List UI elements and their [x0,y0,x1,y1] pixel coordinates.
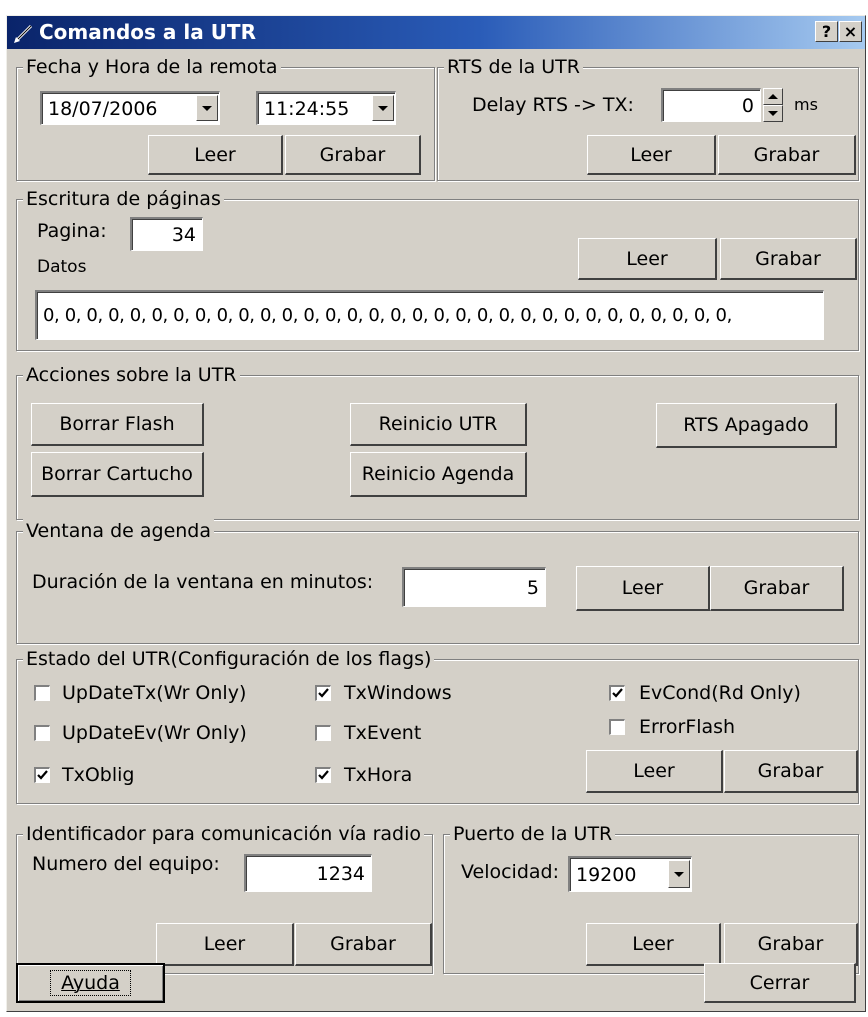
group-puerto-legend: Puerto de la UTR [450,822,616,846]
paginas-leer-button[interactable]: Leer [578,238,717,280]
duration-label: Duración de la ventana en minutos: [32,571,374,593]
errorflash-label: ErrorFlash [639,716,736,738]
velocidad-dropdown-button[interactable] [668,860,690,888]
check-icon [37,770,48,780]
updateev-label: UpDateEv(Wr Only) [62,722,247,744]
group-agenda-legend: Ventana de agenda [23,519,214,543]
check-icon [612,688,623,698]
agenda-grabar-button[interactable]: Grabar [710,566,844,611]
velocidad-value: 19200 [576,863,637,886]
velocidad-label: Velocidad: [461,861,560,883]
fecha-grabar-button[interactable]: Grabar [285,135,421,175]
check-icon [318,688,329,698]
borrar-flash-button[interactable]: Borrar Flash [31,403,204,446]
group-paginas-legend: Escritura de páginas [23,187,224,211]
evcond-label: EvCond(Rd Only) [639,682,801,704]
ayuda-button[interactable]: Ayuda [16,963,165,1003]
borrar-cartucho-button[interactable]: Borrar Cartucho [31,452,204,497]
reinicio-utr-button[interactable]: Reinicio UTR [350,403,527,446]
data-value: 0, 0, 0, 0, 0, 0, 0, 0, 0, 0, 0, 0, 0, 0… [43,305,732,326]
delay-spin-down-button[interactable] [763,105,783,122]
data-label: Datos [37,257,87,277]
txhora-label: TxHora [344,764,413,786]
delay-rts-value: 0 [741,94,754,117]
estado-grabar-button[interactable]: Grabar [724,750,858,793]
date-combo[interactable]: 18/07/2006 [40,91,220,125]
numero-equipo-label: Numero del equipo: [32,853,220,875]
group-fecha-hora-legend: Fecha y Hora de la remota [23,55,281,79]
rts-grabar-button[interactable]: Grabar [718,135,856,175]
group-radio-legend: Identificador para comunicación vía radi… [23,822,425,846]
group-rts-legend: RTS de la UTR [444,55,583,79]
check-icon [318,770,329,780]
group-estado: Estado del UTR(Configuración de los flag… [16,647,859,804]
delay-unit-label: ms [794,95,818,114]
fecha-leer-button[interactable]: Leer [148,135,283,175]
delay-rts-label: Delay RTS -> TX: [472,94,634,116]
updatetx-label: UpDateTx(Wr Only) [62,682,247,704]
page-input[interactable]: 34 [130,217,203,251]
date-dropdown-button[interactable] [196,95,218,121]
rts-apagado-button[interactable]: RTS Apagado [656,403,837,448]
txoblig-label: TxOblig [62,764,135,786]
date-value: 18/07/2006 [48,97,158,120]
duration-input[interactable]: 5 [402,567,546,607]
reinicio-agenda-button[interactable]: Reinicio Agenda [350,452,527,497]
cerrar-label: Cerrar [749,971,810,994]
window-title: Comandos a la UTR [39,20,256,44]
page-value: 34 [171,223,196,246]
page-label: Pagina: [37,220,107,242]
puerto-leer-button[interactable]: Leer [586,923,721,966]
agenda-leer-button[interactable]: Leer [576,566,710,611]
numero-equipo-input[interactable]: 1234 [244,854,372,892]
radio-leer-button[interactable]: Leer [156,923,294,966]
estado-leer-button[interactable]: Leer [586,750,723,793]
data-input[interactable]: 0, 0, 0, 0, 0, 0, 0, 0, 0, 0, 0, 0, 0, 0… [35,290,824,340]
duration-value: 5 [526,576,539,599]
group-radio: Identificador para comunicación vía radi… [16,822,433,974]
txhora-checkbox[interactable] [315,767,331,783]
chevron-up-icon [768,94,778,99]
errorflash-checkbox[interactable] [609,719,625,735]
help-title-button[interactable]: ? [815,21,838,42]
delay-rts-input[interactable]: 0 [661,88,761,122]
txwindows-label: TxWindows [344,682,452,704]
puerto-grabar-button[interactable]: Grabar [724,923,858,966]
updateev-checkbox[interactable] [34,725,50,741]
txwindows-checkbox[interactable] [315,685,331,701]
group-acciones-legend: Acciones sobre la UTR [23,363,240,387]
chevron-down-icon [768,111,778,116]
time-value: 11:24:55 [264,97,350,120]
cerrar-button[interactable]: Cerrar [704,963,856,1003]
ayuda-label: Ayuda [50,970,131,996]
group-estado-legend: Estado del UTR(Configuración de los flag… [23,647,435,671]
pen-icon [14,24,33,43]
delay-spin-up-button[interactable] [763,88,783,105]
txevent-label: TxEvent [344,722,422,744]
chevron-down-icon [202,105,212,111]
title-bar[interactable]: Comandos a la UTR ? × [7,16,865,49]
txoblig-checkbox[interactable] [34,767,50,783]
radio-grabar-button[interactable]: Grabar [295,923,432,966]
group-rts: RTS de la UTR Delay RTS -> TX: 0 ms Leer… [437,55,859,181]
rts-leer-button[interactable]: Leer [587,135,716,175]
close-title-button[interactable]: × [839,21,862,42]
evcond-checkbox[interactable] [609,685,625,701]
dialog-window: Comandos a la UTR ? × Fecha y Hora de la… [6,15,866,1012]
numero-equipo-value: 1234 [316,862,365,885]
paginas-grabar-button[interactable]: Grabar [720,238,857,280]
updatetx-checkbox[interactable] [34,685,50,701]
group-paginas: Escritura de páginas Pagina: 34 Datos Le… [16,187,859,351]
time-dropdown-button[interactable] [372,95,394,121]
chevron-down-icon [378,105,388,111]
group-acciones: Acciones sobre la UTR Borrar Flash Borra… [16,363,859,520]
group-agenda: Ventana de agenda Duración de la ventana… [16,519,859,644]
txevent-checkbox[interactable] [315,725,331,741]
chevron-down-icon [674,871,684,877]
group-puerto: Puerto de la UTR Velocidad: 19200 Leer G… [443,822,859,974]
group-fecha-hora: Fecha y Hora de la remota 18/07/2006 11:… [16,55,435,181]
